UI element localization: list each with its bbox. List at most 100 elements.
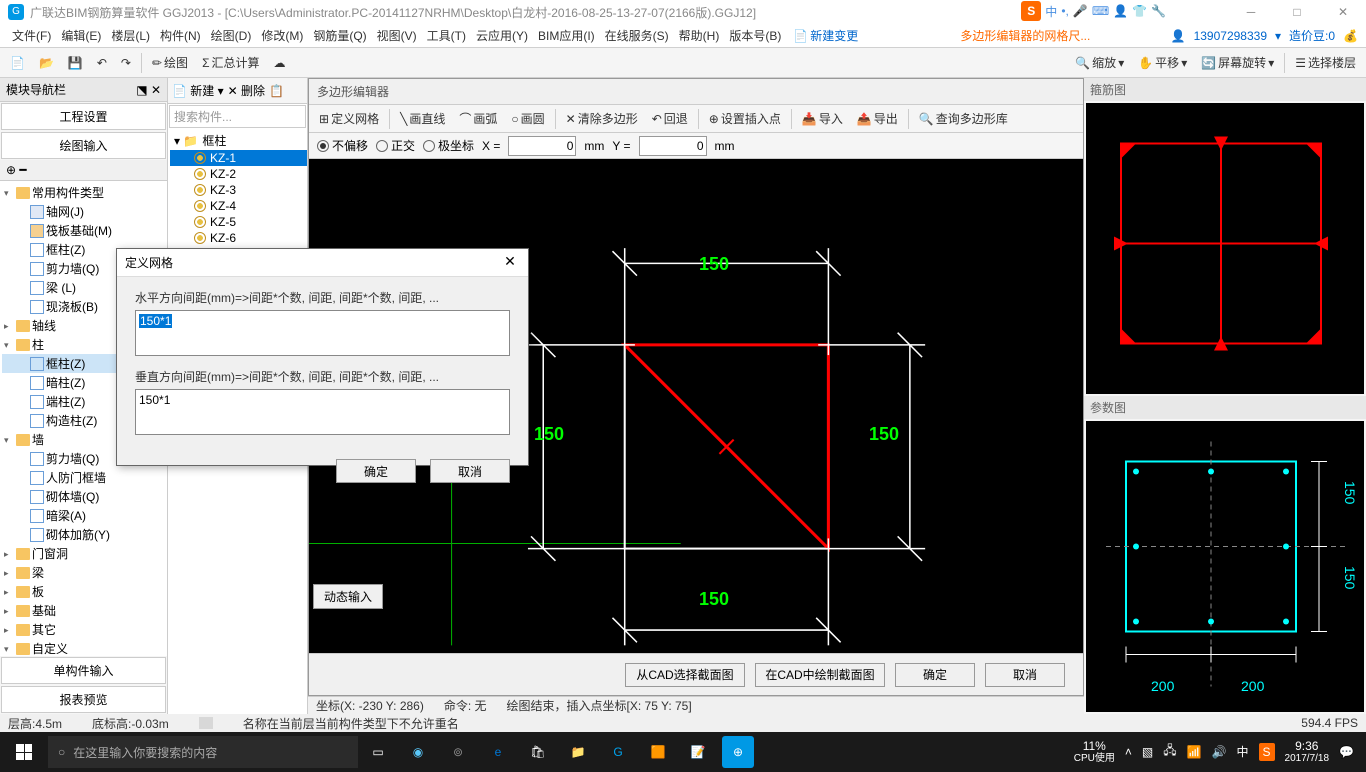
redo-icon[interactable]: ↷: [117, 54, 135, 72]
menu-component[interactable]: 构件(N): [156, 25, 205, 46]
task-app-2[interactable]: ⊚: [438, 732, 478, 772]
task-app-3[interactable]: G: [598, 732, 638, 772]
windows-taskbar[interactable]: ○在这里输入你要搜索的内容 ▭ ◉ ⊚ e 🛍 📁 G 🟧 📝 ⊕ 11%CPU…: [0, 732, 1366, 772]
ime-punct-icon[interactable]: •,: [1061, 4, 1069, 18]
zoom-button[interactable]: 🔍 缩放 ▾: [1071, 52, 1128, 73]
menu-floor[interactable]: 楼层(L): [107, 25, 154, 46]
import-button[interactable]: 📥 导入: [798, 108, 847, 129]
credit-icon[interactable]: 💰: [1343, 29, 1358, 43]
close-button[interactable]: ✕: [1320, 0, 1366, 24]
task-app-1[interactable]: ◉: [398, 732, 438, 772]
tray-net-icon[interactable]: 🖧: [1163, 741, 1176, 762]
select-floor-button[interactable]: ☰ 选择楼层: [1291, 52, 1360, 73]
project-settings-button[interactable]: 工程设置: [1, 103, 166, 130]
draw-in-cad-button[interactable]: 在CAD中绘制截面图: [755, 663, 885, 687]
dim-top: 150: [699, 254, 729, 275]
draw-button[interactable]: ✏ 绘图: [148, 52, 192, 73]
radio-no-offset[interactable]: 不偏移: [317, 137, 368, 154]
tray-ime[interactable]: 中: [1237, 743, 1249, 760]
menu-view[interactable]: 视图(V): [373, 25, 421, 46]
param-canvas[interactable]: 150 150 200 200: [1086, 421, 1364, 712]
y-input[interactable]: [639, 136, 707, 156]
task-app-5[interactable]: 📝: [678, 732, 718, 772]
tray-vol-icon[interactable]: 🔊: [1212, 745, 1227, 759]
draw-circle-button[interactable]: ○ 画圆: [507, 108, 548, 129]
query-lib-button[interactable]: 🔍 查询多边形库: [915, 108, 1012, 129]
tray-gpu-icon[interactable]: ▧: [1142, 745, 1153, 759]
account-number[interactable]: 13907298339: [1194, 29, 1267, 43]
horizontal-input[interactable]: 150*1: [135, 310, 510, 356]
edge-icon[interactable]: e: [478, 732, 518, 772]
sogou-ime-bar[interactable]: S 中 •, 🎤 ⌨ 👤 👕 🔧 68: [1021, 0, 1166, 22]
menu-tool[interactable]: 工具(T): [423, 25, 470, 46]
define-grid-button[interactable]: ⊞ 定义网格: [315, 108, 383, 129]
radio-ortho[interactable]: 正交: [376, 137, 415, 154]
store-icon[interactable]: 🛍: [518, 732, 558, 772]
x-input[interactable]: [508, 136, 576, 156]
dialog-ok-button[interactable]: 确定: [336, 459, 416, 483]
ime-tool-icon[interactable]: 🔧: [1151, 4, 1166, 18]
dialog-cancel-button[interactable]: 取消: [430, 459, 510, 483]
single-input-button[interactable]: 单构件输入: [1, 657, 166, 684]
draw-line-button[interactable]: ╲ 画直线: [396, 108, 449, 129]
editor-ok-button[interactable]: 确定: [895, 663, 975, 687]
sum-button[interactable]: Σ 汇总计算: [198, 52, 263, 73]
tray-sogou-icon[interactable]: S: [1259, 743, 1275, 761]
radio-polar[interactable]: 极坐标: [423, 137, 474, 154]
menu-modify[interactable]: 修改(M): [257, 25, 307, 46]
new-component-button[interactable]: 📄 新建 ▾: [172, 82, 224, 99]
tray-up-icon[interactable]: ˄: [1125, 745, 1132, 759]
task-app-6[interactable]: ⊕: [722, 736, 754, 768]
task-view-icon[interactable]: ▭: [358, 732, 398, 772]
menu-online[interactable]: 在线服务(S): [601, 25, 673, 46]
draw-input-button[interactable]: 绘图输入: [1, 132, 166, 159]
menu-version[interactable]: 版本号(B): [725, 25, 785, 46]
tray-wifi-icon[interactable]: 📶: [1187, 745, 1202, 759]
vertical-input[interactable]: 150*1: [135, 389, 510, 435]
ime-skin-icon[interactable]: 👕: [1132, 4, 1147, 18]
explorer-icon[interactable]: 📁: [558, 732, 598, 772]
pan-button[interactable]: ✋ 平移 ▾: [1134, 52, 1191, 73]
cortana-search[interactable]: ○在这里输入你要搜索的内容: [48, 736, 358, 768]
cloud-check-icon[interactable]: ☁: [270, 54, 290, 72]
menu-help[interactable]: 帮助(H): [675, 25, 724, 46]
menu-rebar[interactable]: 钢筋量(Q): [309, 25, 370, 46]
maximize-button[interactable]: □: [1274, 0, 1320, 24]
select-from-cad-button[interactable]: 从CAD选择截面图: [625, 663, 745, 687]
search-component-input[interactable]: 搜索构件...: [169, 105, 306, 128]
new-change-button[interactable]: 新建变更: [810, 27, 858, 44]
ime-keyboard-icon[interactable]: ⌨: [1092, 4, 1109, 18]
menu-bim[interactable]: BIM应用(I): [534, 25, 599, 46]
menu-draw[interactable]: 绘图(D): [207, 25, 256, 46]
menu-cloud[interactable]: 云应用(Y): [472, 25, 532, 46]
pin-icon[interactable]: ⬔ ✕: [136, 83, 161, 97]
rotate-button[interactable]: 🔄 屏幕旋转 ▾: [1197, 52, 1278, 73]
menu-edit[interactable]: 编辑(E): [57, 25, 105, 46]
task-app-4[interactable]: 🟧: [638, 732, 678, 772]
editor-cancel-button[interactable]: 取消: [985, 663, 1065, 687]
new-file-icon[interactable]: 📄: [6, 54, 29, 72]
system-tray[interactable]: 11%CPU使用 ˄ ▧ 🖧 📶 🔊 中 S 9:362017/7/18 💬: [1074, 739, 1366, 765]
insert-point-button[interactable]: ⊕ 设置插入点: [705, 108, 785, 129]
ime-mic-icon[interactable]: 🎤: [1073, 4, 1088, 18]
export-button[interactable]: 📤 导出: [853, 108, 902, 129]
save-icon[interactable]: 💾: [64, 54, 87, 72]
copy-icon[interactable]: 📋: [269, 84, 284, 98]
draw-arc-button[interactable]: ⌒ 画弧: [455, 108, 501, 129]
clear-polygon-button[interactable]: ✕ 清除多边形: [562, 108, 642, 129]
minimize-button[interactable]: ─: [1228, 0, 1274, 24]
horizontal-label: 水平方向间距(mm)=>间距*个数, 间距, 间距*个数, 间距, ...: [135, 289, 510, 306]
undo-button[interactable]: ↶ 回退: [648, 108, 692, 129]
delete-component-button[interactable]: ✕ 删除: [228, 82, 265, 99]
notifications-icon[interactable]: 💬: [1339, 745, 1354, 759]
stirrup-canvas[interactable]: [1086, 103, 1364, 394]
ime-lang[interactable]: 中: [1045, 3, 1057, 20]
ime-user-icon[interactable]: 👤: [1113, 4, 1128, 18]
menu-file[interactable]: 文件(F): [8, 25, 55, 46]
report-preview-button[interactable]: 报表预览: [1, 686, 166, 713]
start-button[interactable]: [0, 732, 48, 772]
open-file-icon[interactable]: 📂: [35, 54, 58, 72]
undo-icon[interactable]: ↶: [93, 54, 111, 72]
dialog-close-button[interactable]: ✕: [500, 253, 520, 273]
dynamic-input-button[interactable]: 动态输入: [313, 584, 383, 609]
